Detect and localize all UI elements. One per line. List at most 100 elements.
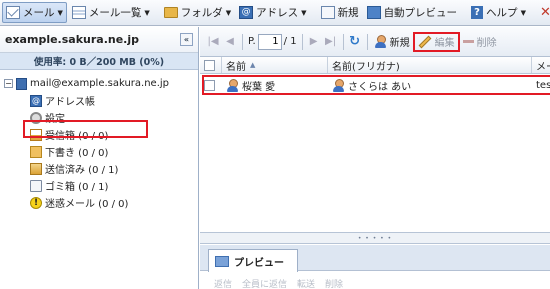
delete-button[interactable]: 削除	[325, 277, 343, 289]
pager-divider	[366, 33, 368, 50]
folder-label: フォルダ	[180, 7, 223, 19]
delete-contact-label: 削除	[476, 38, 497, 49]
next-page-icon[interactable]: ▶	[306, 34, 322, 50]
pencil-icon	[418, 35, 431, 48]
address-label: アドレス	[256, 7, 299, 19]
column-header-email[interactable]: メー	[532, 57, 550, 73]
chevron-down-icon: ▼	[301, 8, 307, 17]
tree-item-spam[interactable]: ! 迷惑メール (0 / 0)	[0, 194, 198, 211]
first-page-icon[interactable]: |◀	[205, 34, 221, 50]
select-all-checkbox[interactable]	[204, 59, 215, 71]
chevron-down-icon: ▼	[144, 8, 150, 17]
mail-menu-label: メール	[23, 7, 55, 19]
account-header: example.sakura.ne.jp «	[0, 27, 198, 53]
tree-item-label: ゴミ箱 (0 / 1)	[45, 182, 109, 193]
address-icon: @	[239, 6, 254, 19]
contact-grid-header: 名前 ▲ 名前(フリガナ) メー	[200, 57, 550, 74]
spam-icon: !	[30, 196, 42, 209]
tree-item-label: 迷惑メール (0 / 0)	[45, 199, 129, 210]
pager-divider	[342, 33, 344, 50]
column-header-label: 名前(フリガナ)	[332, 61, 400, 73]
folder-menu-button[interactable]: フォルダ ▼	[161, 2, 234, 23]
highlight-box-address-book	[23, 120, 148, 138]
collapse-pane-icon[interactable]: «	[180, 33, 193, 46]
tree-item-drafts[interactable]: 下書き (0 / 0)	[0, 143, 198, 160]
new-mail-button[interactable]: 新規	[318, 2, 362, 23]
tree-root-mailbox[interactable]: − mail@example.sakura.ne.jp	[0, 75, 198, 92]
tree-item-label: 下書き (0 / 0)	[45, 148, 109, 159]
address-book-icon: @	[30, 94, 42, 107]
chevron-down-icon: ▼	[520, 8, 526, 17]
page-number-input[interactable]	[257, 33, 282, 50]
mail-icon	[6, 6, 20, 19]
auto-preview-button[interactable]: 自動プレビュー	[364, 2, 461, 23]
mail-list-menu-button[interactable]: メール一覧 ▼	[69, 2, 153, 23]
mail-menu-button[interactable]: メール ▼	[2, 2, 67, 23]
tree-item-label: 送信済み (0 / 1)	[45, 165, 119, 176]
tree-item-trash[interactable]: ゴミ箱 (0 / 1)	[0, 177, 198, 194]
tree-item-label: アドレス帳	[45, 97, 95, 108]
pager-divider	[301, 33, 303, 50]
minus-icon	[462, 40, 474, 43]
address-list-pane: |◀ ◀ P. / 1 ▶ ▶| ↻ 新規 編集 削除 名前 ▲	[200, 27, 550, 289]
tree-item-sent[interactable]: 送信済み (0 / 1)	[0, 160, 198, 177]
preview-tab-label: プレビュー	[234, 257, 284, 269]
new-mail-icon	[320, 6, 335, 19]
column-header-name[interactable]: 名前 ▲	[222, 57, 328, 73]
prev-page-icon[interactable]: ◀	[222, 34, 238, 50]
page-total: / 1	[283, 36, 297, 47]
preview-icon	[215, 255, 229, 267]
person-add-icon	[374, 35, 387, 48]
logout-button[interactable]: ✕	[537, 2, 550, 23]
select-all-cell	[200, 57, 222, 73]
reply-all-button[interactable]: 全員に返信	[242, 277, 287, 289]
edit-contact-button[interactable]: 編集	[412, 31, 460, 52]
new-mail-label: 新規	[337, 7, 359, 19]
mailbox-icon	[16, 77, 27, 90]
collapse-toggle-icon[interactable]: −	[4, 79, 13, 88]
usage-bar: 使用率: 0 B／200 MB (0%)	[0, 53, 198, 70]
pager-toolbar: |◀ ◀ P. / 1 ▶ ▶| ↻ 新規 編集 削除	[200, 27, 550, 57]
new-contact-button[interactable]: 新規	[371, 32, 413, 52]
page-prefix: P.	[248, 36, 256, 47]
refresh-icon[interactable]: ↻	[347, 34, 363, 50]
monitor-icon	[366, 6, 381, 19]
sent-icon	[30, 162, 42, 175]
mail-list-icon	[71, 6, 86, 19]
main-toolbar: メール ▼ メール一覧 ▼ フォルダ ▼ @ アドレス ▼ 新規 自動プレビュー…	[0, 0, 550, 26]
auto-preview-label: 自動プレビュー	[383, 7, 458, 19]
help-menu-button[interactable]: ? ヘルプ ▼	[468, 2, 529, 23]
folder-icon	[163, 7, 178, 18]
chevron-down-icon: ▼	[225, 8, 232, 17]
grip-icon: • • • • •	[357, 234, 393, 242]
new-contact-label: 新規	[389, 38, 410, 49]
column-header-label: メー	[536, 61, 550, 73]
help-icon: ?	[471, 6, 484, 19]
preview-actions: 返信 全員に返信 転送 削除	[200, 277, 550, 289]
tab-preview[interactable]: プレビュー	[208, 249, 298, 272]
column-header-label: 名前	[226, 61, 246, 73]
preview-header: プレビュー	[200, 245, 550, 272]
column-header-furigana[interactable]: 名前(フリガナ)	[328, 57, 532, 73]
chevron-down-icon: ▼	[57, 8, 63, 17]
preview-splitter[interactable]: • • • • •	[200, 232, 550, 244]
draft-icon	[30, 145, 42, 158]
sort-ascending-icon: ▲	[250, 61, 256, 69]
address-menu-button[interactable]: @ アドレス ▼	[236, 2, 309, 23]
close-icon: ✕	[539, 5, 550, 20]
trash-icon	[30, 179, 42, 192]
last-page-icon[interactable]: ▶|	[323, 34, 339, 50]
mail-list-label: メール一覧	[88, 7, 142, 19]
folder-pane: example.sakura.ne.jp « 使用率: 0 B／200 MB (…	[0, 27, 199, 289]
account-name: example.sakura.ne.jp	[5, 33, 139, 46]
pager-divider	[242, 33, 243, 50]
highlight-box-contact-row	[202, 75, 550, 95]
forward-button[interactable]: 転送	[297, 277, 315, 289]
edit-contact-label: 編集	[434, 38, 455, 49]
help-label: ヘルプ	[486, 7, 518, 19]
reply-button[interactable]: 返信	[214, 277, 232, 289]
folder-tree: − mail@example.sakura.ne.jp @ アドレス帳 設定 受…	[0, 70, 198, 211]
mailbox-label: mail@example.sakura.ne.jp	[30, 78, 170, 89]
delete-contact-button[interactable]: 削除	[460, 32, 500, 52]
tree-item-address-book[interactable]: @ アドレス帳	[0, 92, 198, 109]
